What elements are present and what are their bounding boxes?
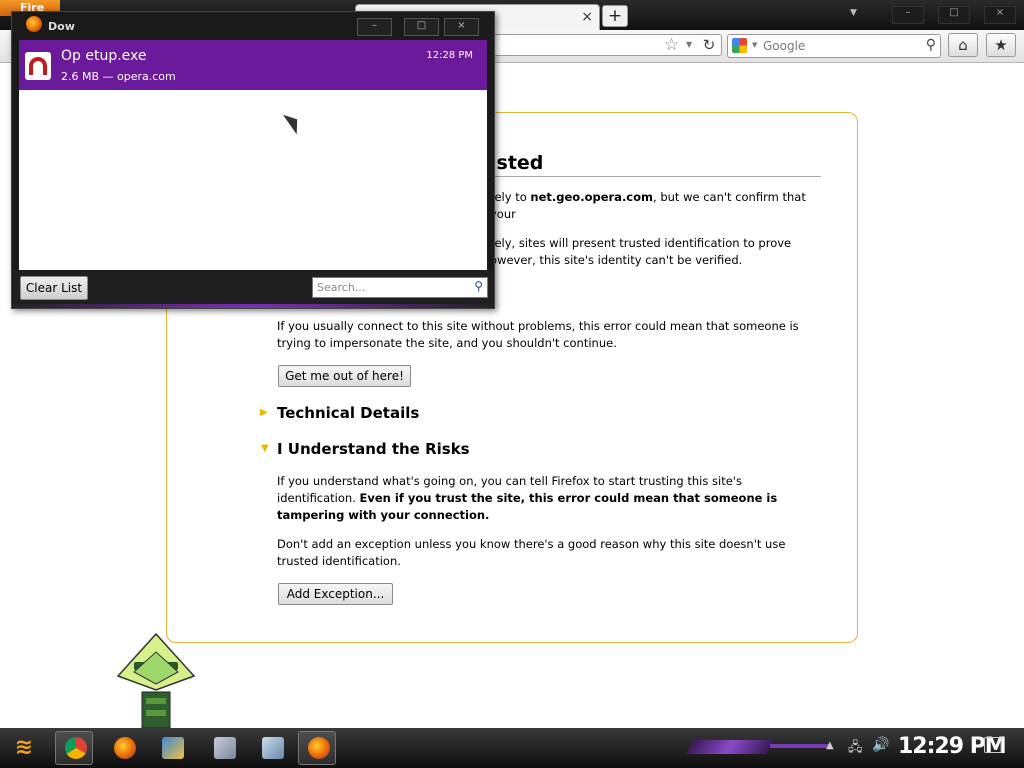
new-tab-button[interactable]: + <box>602 5 628 27</box>
understand-text: If you understand what's going on, you c… <box>277 473 817 524</box>
understand-risks-toggle[interactable]: I Understand the Risks <box>277 440 470 458</box>
search-icon[interactable]: ⚲ <box>474 279 483 293</box>
taskbar-network[interactable] <box>252 731 290 765</box>
url-history-dropdown-icon[interactable]: ▼ <box>686 40 692 49</box>
normally-line-2: owever, this site's identity can't be ve… <box>490 253 743 267</box>
technical-details-toggle[interactable]: Technical Details <box>277 404 419 422</box>
bookmarks-icon: ★ <box>994 36 1008 54</box>
clear-list-button[interactable]: Clear List <box>20 276 88 300</box>
download-time: 12:28 PM <box>426 50 473 61</box>
start-button[interactable]: ≋ <box>8 732 40 764</box>
taskbar-media[interactable] <box>152 731 190 765</box>
intro-host: net.geo.opera.com <box>530 190 654 204</box>
show-hidden-icons-icon[interactable]: ▲ <box>826 740 834 751</box>
dont-add-text: Don't add an exception unless you know t… <box>277 537 786 568</box>
tab-close-icon[interactable]: × <box>581 9 593 25</box>
usually-text: If you usually connect to this site with… <box>277 319 799 350</box>
volume-icon[interactable]: 🔊 <box>872 737 889 753</box>
search-bar[interactable]: ▼ Google ⚲ <box>727 34 941 58</box>
collapse-arrow-icon[interactable]: ▼ <box>261 443 269 454</box>
title-divider <box>483 176 821 177</box>
downloads-titlebar[interactable]: Dow – □ × <box>12 12 494 40</box>
bookmarks-button[interactable]: ★ <box>986 33 1016 57</box>
taskbar-decoration <box>685 740 775 754</box>
firefox-icon <box>26 16 42 32</box>
downloads-list[interactable]: Op etup.exe 2.6 MB — opera.com 12:28 PM <box>19 40 487 270</box>
network-icon <box>262 737 284 759</box>
firefox-icon <box>308 737 330 759</box>
taskbar-decoration-line <box>770 744 830 748</box>
download-filename: Op etup.exe <box>61 48 147 64</box>
normally-line-1: rely, sites will present trusted identif… <box>490 236 792 250</box>
bookmark-star-icon[interactable]: ☆ <box>664 35 679 55</box>
taskbar-firefox[interactable] <box>104 731 142 765</box>
peridot-character-icon <box>116 632 196 728</box>
downloads-accent-bar <box>12 304 494 308</box>
search-input[interactable]: Google <box>763 39 805 53</box>
tab-list-icon[interactable]: ▼ <box>850 8 857 18</box>
taskbar-installer[interactable] <box>204 731 242 765</box>
home-button[interactable]: ⌂ <box>948 33 978 57</box>
firefox-icon <box>114 737 136 759</box>
downloads-window[interactable]: Dow – □ × Op etup.exe 2.6 MB — opera.com… <box>11 11 495 309</box>
error-intro-text: rely to net.geo.opera.com, but we can't … <box>490 189 826 223</box>
intro-prefix: rely to <box>490 190 531 204</box>
downloads-maximize-button[interactable]: □ <box>404 18 439 36</box>
home-icon: ⌂ <box>958 36 968 54</box>
reload-icon[interactable]: ↻ <box>699 35 719 55</box>
google-icon[interactable] <box>732 38 747 53</box>
network-tray-icon[interactable]: 🖧 <box>848 738 863 760</box>
get-me-out-button[interactable]: Get me out of here! <box>278 365 411 387</box>
notification-icon[interactable] <box>984 737 1002 753</box>
maximize-button[interactable]: □ <box>938 6 970 24</box>
search-icon[interactable]: ⚲ <box>926 37 936 53</box>
chrome-icon <box>65 737 87 759</box>
taskbar-chrome[interactable] <box>55 731 93 765</box>
downloads-minimize-button[interactable]: – <box>357 18 392 36</box>
normally-text: rely, sites will present trusted identif… <box>490 235 826 269</box>
media-icon <box>162 737 184 759</box>
download-item[interactable]: Op etup.exe 2.6 MB — opera.com 12:28 PM <box>19 40 487 90</box>
downloads-footer: Clear List Search... ⚲ <box>12 270 494 308</box>
taskbar-firefox-active[interactable] <box>298 731 336 765</box>
add-exception-button[interactable]: Add Exception... <box>278 583 393 605</box>
expand-arrow-icon[interactable]: ▶ <box>260 407 268 418</box>
minimize-button[interactable]: – <box>892 6 924 24</box>
downloads-close-button[interactable]: × <box>444 18 479 36</box>
download-meta: 2.6 MB — opera.com <box>61 70 176 83</box>
taskbar: ≋ ▲ 🖧 🔊 12:29 PM <box>0 728 1024 768</box>
downloads-title: Dow <box>48 20 75 33</box>
engine-dropdown-icon[interactable]: ▼ <box>752 41 757 49</box>
installer-icon <box>214 737 236 759</box>
close-window-button[interactable]: × <box>984 6 1016 24</box>
downloads-search-placeholder: Search... <box>317 281 366 294</box>
downloads-search-input[interactable]: Search... ⚲ <box>312 277 488 298</box>
opera-installer-icon <box>25 52 51 80</box>
